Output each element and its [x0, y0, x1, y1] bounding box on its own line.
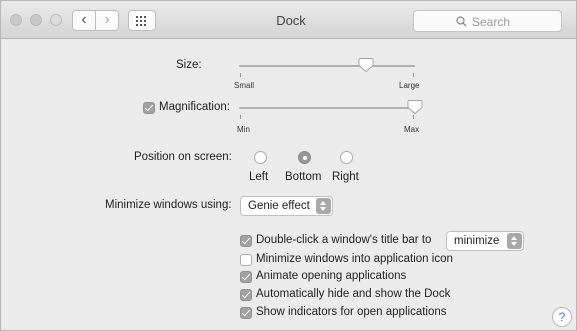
position-label: Position on screen:: [134, 151, 232, 163]
search-field[interactable]: Search: [413, 10, 562, 32]
animate-opening-checkbox[interactable]: [240, 271, 252, 283]
size-slider-track: [239, 65, 415, 67]
size-max-label: Large: [399, 81, 420, 90]
double-click-action-value: minimize: [454, 235, 500, 247]
popup-arrows-icon: [316, 198, 331, 214]
minimize-effect-popup[interactable]: Genie effect: [240, 196, 333, 216]
magnification-tick-min: [240, 115, 241, 119]
minimize-into-app-icon-checkbox[interactable]: [240, 254, 252, 266]
magnification-tick-max: [413, 115, 414, 119]
search-placeholder: Search: [472, 15, 511, 29]
window-title: Dock: [276, 13, 306, 28]
size-tick-min: [240, 73, 241, 77]
minimize-button[interactable]: [30, 14, 42, 26]
close-button[interactable]: [10, 14, 22, 26]
magnification-max-label: Max: [404, 125, 420, 134]
zoom-button[interactable]: [50, 14, 62, 26]
show-indicators-checkbox[interactable]: [240, 307, 252, 319]
show-indicators-label: Show indicators for open applications: [256, 306, 447, 318]
double-click-action-popup[interactable]: minimize: [446, 231, 524, 251]
auto-hide-dock-label: Automatically hide and show the Dock: [256, 288, 451, 300]
magnifier-icon: [456, 16, 467, 27]
magnification-checkbox[interactable]: [143, 102, 155, 114]
animate-opening-label: Animate opening applications: [256, 270, 407, 282]
popup-arrows-icon: [507, 233, 522, 249]
size-slider-thumb[interactable]: [358, 57, 374, 73]
dock-preferences-window: ‹ › Dock Search Size: Small Large Magnif…: [0, 0, 577, 331]
double-click-title-bar-checkbox[interactable]: [240, 235, 252, 247]
forward-button[interactable]: ›: [95, 10, 119, 31]
back-button[interactable]: ‹: [72, 10, 96, 31]
position-right-radio[interactable]: [340, 151, 353, 164]
minimize-into-app-icon-label: Minimize windows into application icon: [256, 253, 453, 265]
position-right-label: Right: [332, 171, 359, 183]
magnification-slider-track: [239, 107, 415, 109]
size-label: Size:: [176, 59, 202, 71]
magnification-slider-thumb[interactable]: [407, 99, 423, 115]
position-left-label: Left: [249, 171, 269, 183]
size-tick-max: [413, 73, 414, 77]
help-button[interactable]: ?: [552, 307, 572, 327]
minimize-effect-label: Minimize windows using:: [105, 199, 232, 211]
auto-hide-dock-checkbox[interactable]: [240, 289, 252, 301]
position-bottom-radio[interactable]: [298, 151, 311, 164]
titlebar: ‹ › Dock Search: [1, 1, 576, 39]
double-click-title-bar-label: Double-click a window's title bar to: [256, 234, 432, 246]
size-min-label: Small: [234, 81, 255, 90]
minimize-effect-value: Genie effect: [248, 200, 310, 212]
position-left-radio[interactable]: [254, 151, 267, 164]
magnification-label: Magnification:: [159, 101, 230, 113]
show-all-button[interactable]: [128, 10, 156, 31]
magnification-min-label: Min: [237, 125, 250, 134]
position-bottom-label: Bottom: [285, 171, 322, 183]
